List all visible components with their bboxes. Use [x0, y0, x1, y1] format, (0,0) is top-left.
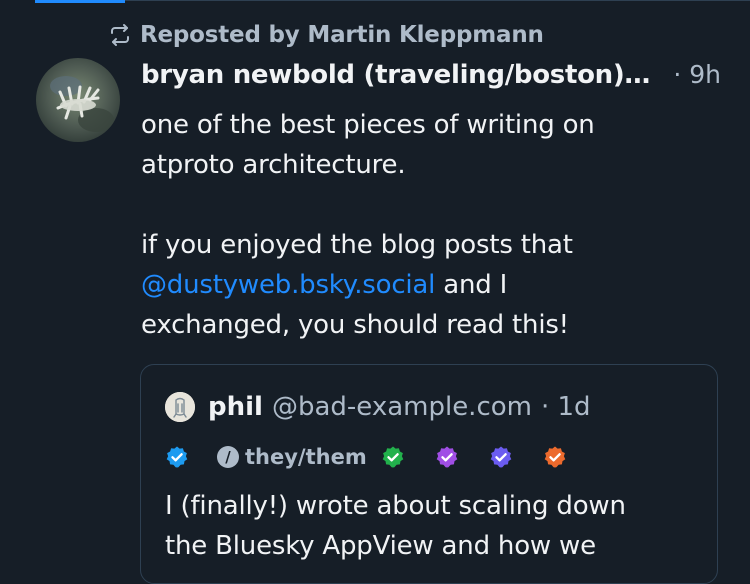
author-name[interactable]: bryan newbold (traveling/boston)… [141, 60, 650, 90]
quote-post-card[interactable]: phil @bad-example.com · 1d / they/them I… [140, 364, 718, 584]
pronoun-badge: / they/them [217, 445, 367, 469]
quote-line: I (finally!) wrote about scaling down [165, 491, 626, 521]
verified-badge-icon [166, 446, 188, 468]
verified-badge-icon [436, 446, 458, 468]
repost-text: Reposted by Martin Kleppmann [140, 22, 544, 48]
quote-line: the Bluesky AppView and how we [165, 531, 596, 561]
author-avatar[interactable] [36, 58, 120, 142]
pronoun-text: they/them [245, 445, 367, 469]
repost-icon [111, 24, 129, 46]
verified-badge-icon [490, 446, 512, 468]
mention-link[interactable]: @dustyweb.bsky.social [141, 270, 435, 300]
quote-timestamp: · 1d [540, 392, 591, 422]
post-line-tail: and I [435, 270, 508, 300]
post-text: one of the best pieces of writing on atp… [141, 105, 721, 345]
post-timestamp[interactable]: · 9h [673, 60, 721, 89]
pronoun-icon: / [217, 446, 239, 468]
badge-row: / they/them [165, 445, 567, 469]
post-line: @dustyweb.bsky.social and I [141, 265, 721, 305]
verified-badge-icon [382, 446, 404, 468]
quote-avatar[interactable] [165, 392, 195, 422]
post-line: if you enjoyed the blog posts that [141, 230, 573, 260]
verified-badge-icon [544, 446, 566, 468]
quote-author-handle[interactable]: @bad-example.com [272, 392, 532, 422]
quote-author-name[interactable]: phil [208, 392, 263, 422]
post-line: one of the best pieces of writing on [141, 110, 595, 140]
top-divider [125, 0, 750, 1]
active-tab-indicator [35, 0, 125, 3]
post-line: exchanged, you should read this! [141, 310, 569, 340]
repost-attribution[interactable]: Reposted by Martin Kleppmann [108, 22, 544, 48]
post-header: bryan newbold (traveling/boston)… · 9h [141, 60, 721, 90]
quote-header: phil @bad-example.com · 1d [165, 392, 591, 422]
post-line: atproto architecture. [141, 150, 406, 180]
quote-text: I (finally!) wrote about scaling down th… [165, 486, 705, 566]
